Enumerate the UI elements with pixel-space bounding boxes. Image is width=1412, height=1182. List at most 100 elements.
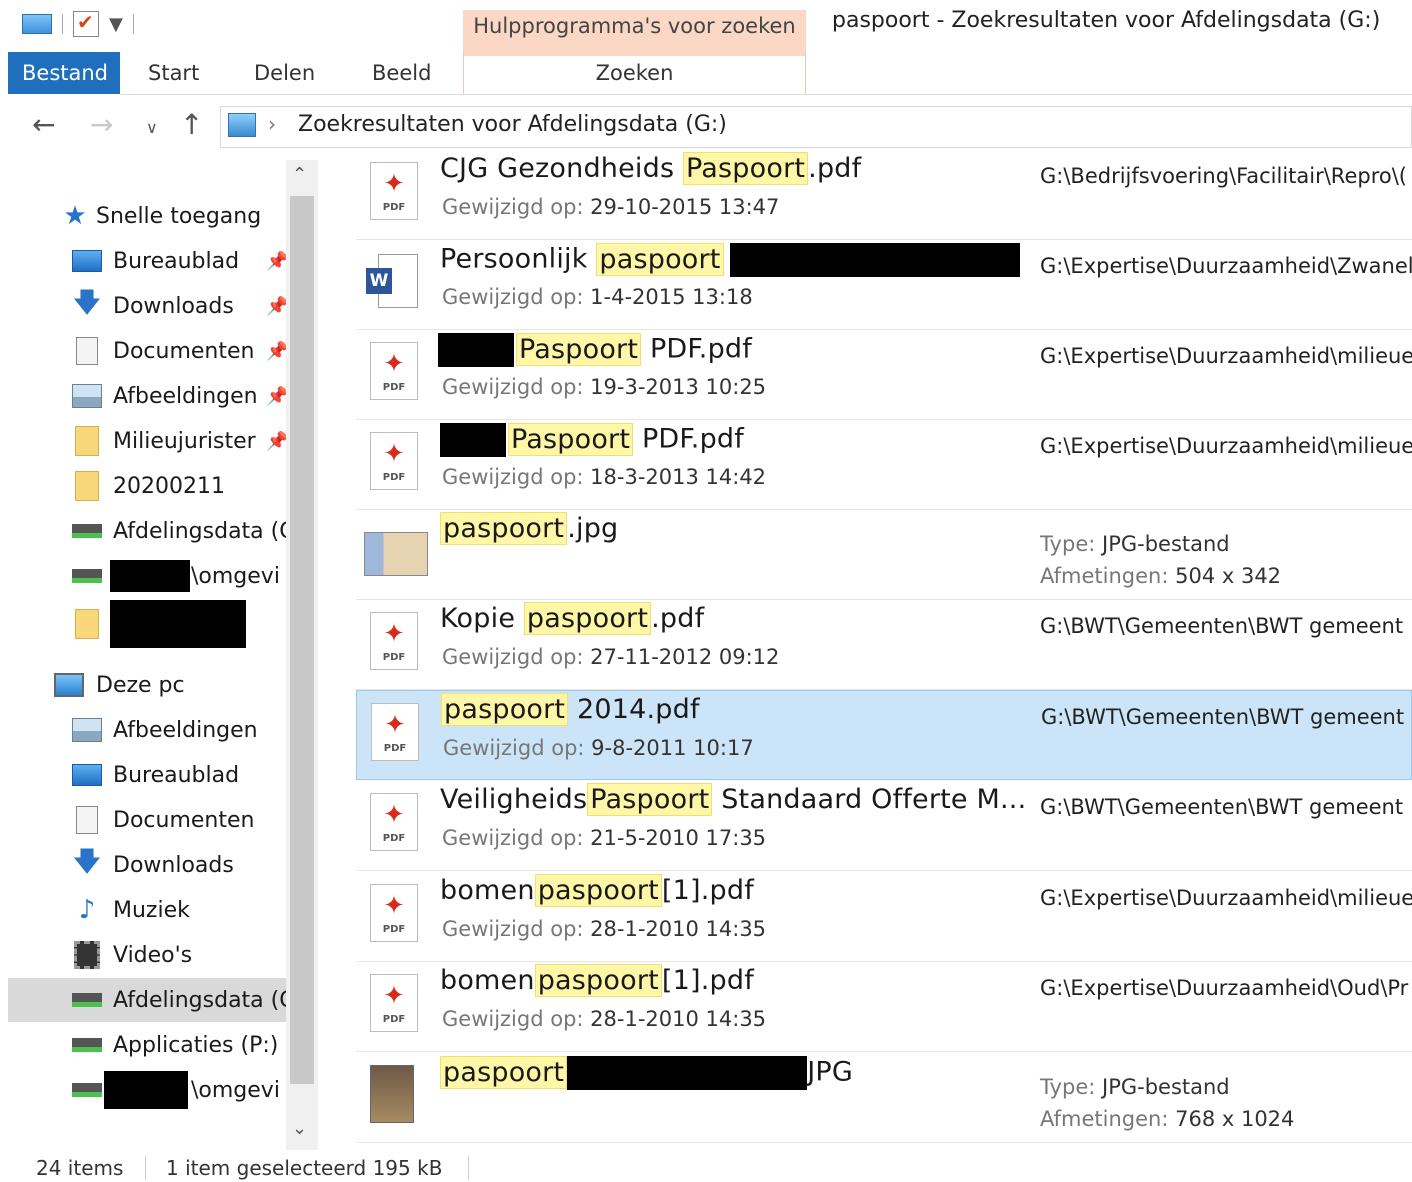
file-name: CJG Gezondheids Paspoort .pdf (440, 152, 862, 185)
result-row[interactable]: ✦ PDF Paspoort PDF.pdf Gewijzigd op: 18-3… (356, 420, 1412, 510)
status-divider (468, 1156, 469, 1180)
nav-item-afdelingsdata-pc[interactable]: Afdelingsdata (G (8, 978, 294, 1022)
redaction-box (729, 243, 1020, 277)
nav-item-network-share-pc[interactable]: \omgevi (8, 1068, 294, 1112)
pdf-file-icon: ✦ PDF (371, 703, 419, 761)
result-row[interactable]: paspoort .jpg Type: JPG-bestand Afmetinge… (356, 510, 1412, 600)
search-highlight: paspoort (440, 512, 568, 545)
modified-date: Gewijzigd op: 27-11-2012 09:12 (442, 645, 780, 669)
redaction-box (438, 333, 514, 367)
nav-item-muziek[interactable]: ♪ Muziek (8, 888, 294, 932)
nav-this-pc[interactable]: Deze pc (8, 663, 294, 707)
search-highlight: paspoort (534, 964, 662, 997)
nav-item-network-share[interactable]: \omgevi (8, 554, 294, 598)
recent-locations-chevron-icon[interactable]: ∨ (146, 118, 158, 137)
nav-item-bureaublad-pc[interactable]: Bureaublad (8, 753, 294, 797)
file-path: G:\BWT\Gemeenten\BWT gemeent (1040, 795, 1404, 819)
modified-date: Gewijzigd op: 18-3-2013 14:42 (442, 465, 767, 489)
search-results-icon (228, 113, 256, 137)
file-path: G:\Bedrijfsvoering\Facilitair\Repro\( (1040, 164, 1407, 188)
nav-item-documenten-pc[interactable]: Documenten (8, 798, 294, 842)
properties-icon[interactable] (73, 10, 99, 37)
nav-label: \omgevi (191, 1077, 280, 1103)
nav-label: Snelle toegang (96, 203, 262, 229)
result-row[interactable]: ✦ PDF bomen paspoort [1].pdf Gewijzigd op: … (356, 872, 1412, 962)
contextual-tab-title: Hulpprogramma's voor zoeken (463, 10, 806, 56)
nav-scrollbar-thumb[interactable] (290, 196, 314, 1084)
tab-zoeken[interactable]: Zoeken (464, 52, 805, 94)
nav-item-documenten[interactable]: Documenten 📌 (8, 329, 294, 373)
file-path: G:\Expertise\Duurzaamheid\milieue (1040, 344, 1412, 368)
tab-delen[interactable]: Delen (240, 52, 329, 94)
result-row[interactable]: paspoort JPG Type: JPG-bestand Afmetingen… (356, 1053, 1412, 1143)
nav-quick-access[interactable]: ★ Snelle toegang (8, 194, 294, 238)
download-icon: 🡇 (73, 847, 101, 877)
pdf-file-icon: ✦ PDF (370, 162, 418, 220)
redaction-box (110, 560, 190, 592)
modified-date: Gewijzigd op: 29-10-2015 13:47 (442, 195, 780, 219)
scroll-up-icon[interactable]: ⌃ (292, 164, 307, 185)
nav-item-videos[interactable]: Video's (8, 933, 294, 977)
tab-bestand[interactable]: Bestand (8, 52, 120, 94)
quick-access-toolbar: ▼ (22, 8, 134, 40)
folder-icon[interactable] (22, 14, 52, 34)
pictures-icon (72, 715, 102, 745)
pdf-file-icon: ✦ PDF (370, 793, 418, 851)
forward-arrow-icon[interactable]: → (90, 108, 113, 141)
result-row-selected[interactable]: ✦ PDF paspoort 2014.pdf Gewijzigd op: 9-8… (356, 690, 1412, 780)
breadcrumb-path[interactable]: Zoekresultaten voor Afdelingsdata (G:) (298, 112, 727, 137)
result-row[interactable]: ✦ PDF Paspoort PDF.pdf Gewijzigd op: 19-3… (356, 330, 1412, 420)
pdf-file-icon: ✦ PDF (370, 432, 418, 490)
file-path: G:\Expertise\Duurzaamheid\milieue (1040, 434, 1412, 458)
scroll-down-icon[interactable]: ⌄ (292, 1118, 307, 1139)
nav-label: Milieujurister (113, 428, 256, 454)
file-name: Paspoort PDF.pdf (440, 422, 744, 457)
document-icon (72, 805, 102, 835)
folder-icon (72, 426, 102, 456)
nav-item-20200211[interactable]: 20200211 (8, 464, 294, 508)
computer-icon (54, 670, 84, 700)
redaction-box (110, 600, 246, 648)
pictures-icon (72, 381, 102, 411)
nav-label: Documenten (113, 338, 255, 364)
result-row[interactable]: ✦ PDF Kopie paspoort .pdf Gewijzigd op: 27… (356, 600, 1412, 690)
result-row[interactable]: ✦ PDF Veiligheids Paspoort Standaard Offer… (356, 781, 1412, 871)
search-highlight: Paspoort (587, 783, 713, 816)
result-row[interactable]: ✦ PDF bomen paspoort [1].pdf Gewijzigd op: … (356, 962, 1412, 1052)
tab-beeld[interactable]: Beeld (358, 52, 445, 94)
result-row[interactable]: ✦ PDF CJG Gezondheids Paspoort .pdf Gewijz… (356, 150, 1412, 240)
file-type-info: Type: JPG-bestand Afmetingen: 768 x 1024 (1040, 1075, 1295, 1131)
up-arrow-icon[interactable]: ↑ (180, 108, 203, 141)
file-name: Veiligheids Paspoort Standaard Offerte M.… (440, 783, 1027, 816)
nav-label: Documenten (113, 807, 255, 833)
nav-item-downloads-pc[interactable]: 🡇 Downloads (8, 843, 294, 887)
back-arrow-icon[interactable]: ← (32, 108, 55, 141)
nav-item-afdelingsdata[interactable]: Afdelingsdata (G (8, 509, 294, 553)
file-path: G:\BWT\Gemeenten\BWT gemeent (1041, 705, 1405, 729)
result-row[interactable]: W Persoonlijk paspoort Gewijzigd op: 1-4… (356, 240, 1412, 330)
nav-item-bureaublad[interactable]: Bureaublad 📌 (8, 239, 294, 283)
file-path: G:\Expertise\Duurzaamheid\Zwanel (1040, 254, 1412, 278)
tab-start[interactable]: Start (134, 52, 213, 94)
nav-item-applicaties[interactable]: Applicaties (P:) (8, 1023, 294, 1067)
customize-toolbar-icon[interactable]: ▼ (109, 14, 123, 35)
navigation-pane: ★ Snelle toegang Bureaublad 📌 🡇 Download… (8, 160, 294, 1150)
nav-item-downloads[interactable]: 🡇 Downloads 📌 (8, 284, 294, 328)
file-path: G:\BWT\Gemeenten\BWT gemeent (1040, 614, 1404, 638)
redaction-box (567, 1056, 808, 1090)
nav-item-milieujurister[interactable]: Milieujurister 📌 (8, 419, 294, 463)
file-name: paspoort 2014.pdf (441, 693, 700, 726)
nav-item-afbeeldingen[interactable]: Afbeeldingen 📌 (8, 374, 294, 418)
nav-item-redacted-folder[interactable] (8, 599, 294, 649)
tab-zoeken-area: Zoeken (463, 52, 806, 94)
nav-label: Applicaties (P:) (113, 1032, 279, 1058)
file-name: bomen paspoort [1].pdf (440, 874, 754, 907)
nav-item-afbeeldingen-pc[interactable]: Afbeeldingen (8, 708, 294, 752)
breadcrumb-chevron-icon[interactable]: › (268, 112, 276, 136)
file-name: paspoort .jpg (440, 512, 618, 545)
ribbon-tabs: Bestand Start Delen Beeld Zoeken (8, 52, 1412, 94)
nav-label: Video's (113, 942, 193, 968)
desktop-icon (72, 246, 102, 276)
document-icon (72, 336, 102, 366)
nav-label: Afdelingsdata (G (113, 518, 294, 544)
